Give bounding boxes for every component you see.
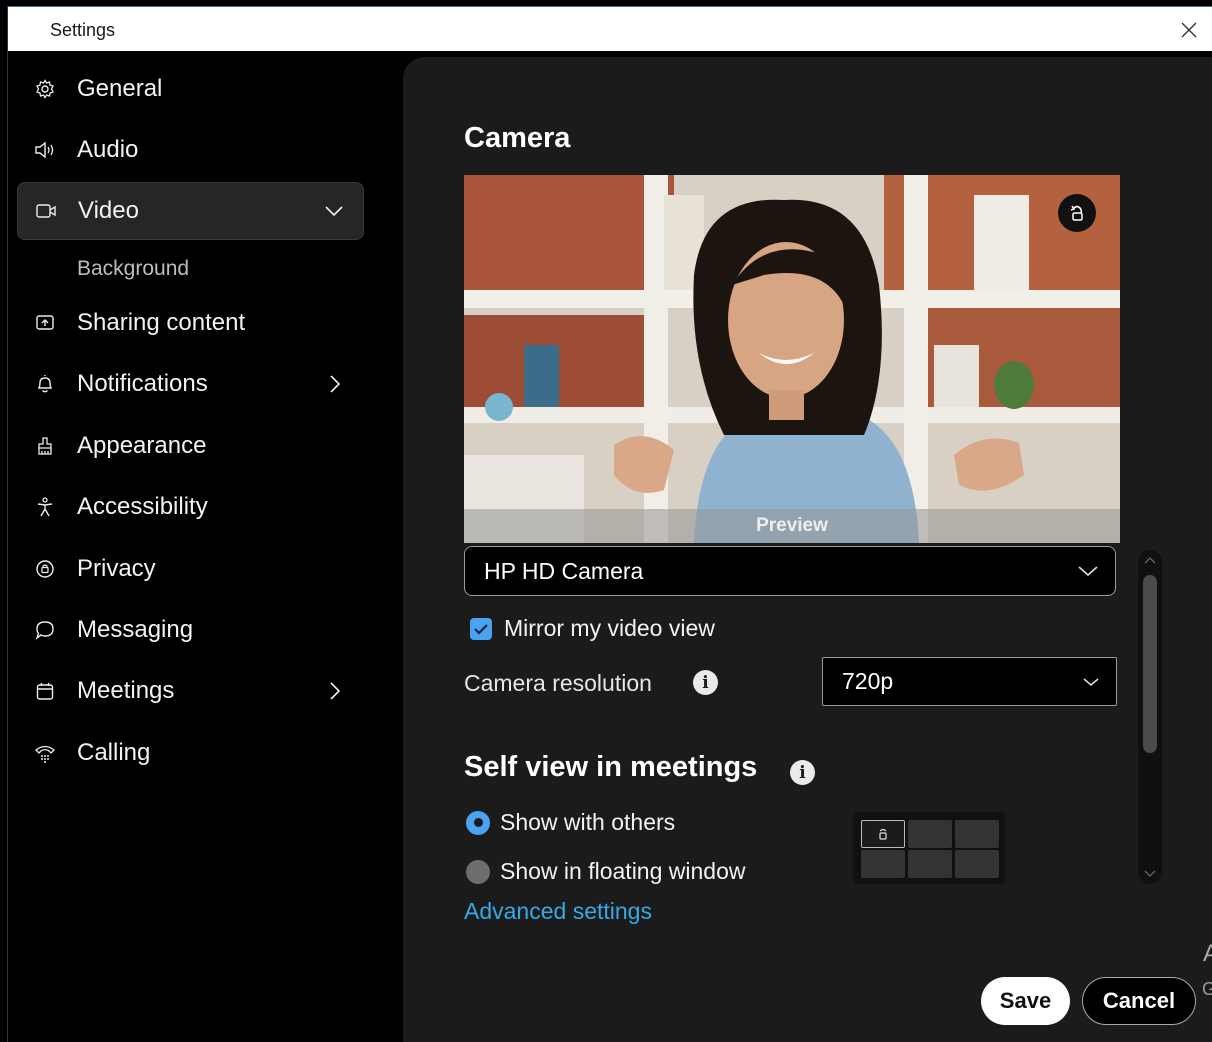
privacy-badge-icon xyxy=(34,558,56,580)
gear-icon xyxy=(34,78,56,100)
chevron-down-icon xyxy=(325,206,343,217)
info-icon[interactable]: i xyxy=(790,760,815,785)
camera-device-value: HP HD Camera xyxy=(484,557,644,584)
sidebar-item-general[interactable]: General xyxy=(17,60,364,118)
share-screen-icon xyxy=(34,312,56,334)
sidebar-item-privacy[interactable]: Privacy xyxy=(17,540,364,598)
preview-label: Preview xyxy=(756,515,828,536)
participant-tile xyxy=(955,850,999,878)
radio-selected[interactable] xyxy=(466,810,490,835)
accessibility-person-icon xyxy=(34,496,56,518)
chevron-right-icon xyxy=(330,682,341,700)
sidebar-item-label: General xyxy=(77,75,163,102)
sidebar-item-appearance[interactable]: Appearance xyxy=(17,417,364,475)
camera-preview: Preview xyxy=(464,175,1120,543)
info-icon[interactable]: i xyxy=(693,670,718,695)
checkbox-checked[interactable] xyxy=(470,617,492,640)
self-view-tile xyxy=(861,820,905,848)
paint-brush-icon xyxy=(34,435,56,457)
scrollbar-thumb[interactable] xyxy=(1143,575,1157,753)
self-view-layout-preview xyxy=(853,812,1005,884)
camera-device-select[interactable]: HP HD Camera xyxy=(464,546,1116,596)
sidebar-item-label: Privacy xyxy=(77,555,156,582)
radio-label: Show in floating window xyxy=(500,858,746,884)
sidebar-item-messaging[interactable]: Messaging xyxy=(17,601,364,659)
rotate-camera-button[interactable] xyxy=(1058,194,1096,232)
chevron-right-icon xyxy=(330,375,341,393)
sidebar-item-video[interactable]: Video xyxy=(17,182,364,240)
rotate-icon xyxy=(1070,205,1083,221)
sidebar-item-label: Notifications xyxy=(77,370,208,397)
participant-tile xyxy=(861,850,905,878)
preview-label-bar: Preview xyxy=(464,509,1120,543)
sidebar-item-label: Calling xyxy=(77,739,151,766)
video-settings-panel: Camera Preview HP HD Camera Mirror my vi… xyxy=(403,57,1212,1042)
edge-glyph: G xyxy=(1202,979,1212,1000)
sidebar-item-label: Sharing content xyxy=(77,309,246,336)
close-icon xyxy=(1181,22,1197,37)
sidebar-item-audio[interactable]: Audio xyxy=(17,121,364,179)
radio-show-in-floating-window[interactable]: Show in floating window xyxy=(466,858,745,885)
chat-bubble-icon xyxy=(34,619,56,641)
close-button[interactable] xyxy=(1166,7,1212,52)
sidebar-subitem-background[interactable]: Background xyxy=(77,257,189,281)
participant-tile xyxy=(955,820,999,848)
calendar-icon xyxy=(34,680,56,702)
mirror-video-label: Mirror my video view xyxy=(504,615,715,641)
sidebar-item-sharing-content[interactable]: Sharing content xyxy=(17,294,364,352)
participant-tile xyxy=(908,820,952,848)
sidebar-item-label: Accessibility xyxy=(77,493,208,520)
window-title: Settings xyxy=(50,20,116,40)
radio-unselected[interactable] xyxy=(466,859,490,884)
speaker-icon xyxy=(34,139,56,161)
camera-resolution-value: 720p xyxy=(842,668,894,694)
sidebar-item-meetings[interactable]: Meetings xyxy=(17,662,364,720)
camera-resolution-select[interactable]: 720p xyxy=(822,657,1117,706)
settings-window: Settings General Audio Video Background xyxy=(7,6,1212,1042)
advanced-settings-link[interactable]: Advanced settings xyxy=(464,898,652,925)
chevron-down-icon xyxy=(1083,677,1099,686)
scroll-down-arrow-icon[interactable] xyxy=(1144,870,1156,878)
scroll-up-arrow-icon[interactable] xyxy=(1144,556,1156,564)
phone-dialpad-icon xyxy=(34,742,56,764)
participant-tile xyxy=(908,850,952,878)
radio-show-with-others[interactable]: Show with others xyxy=(466,809,675,836)
check-icon xyxy=(474,623,488,635)
sidebar-item-label: Messaging xyxy=(77,616,194,643)
title-bar: Settings xyxy=(8,6,1212,51)
camera-heading: Camera xyxy=(464,122,571,154)
camera-resolution-label: Camera resolution xyxy=(464,670,652,696)
settings-sidebar: General Audio Video Background Sharing c… xyxy=(8,51,403,1042)
sidebar-item-label: Meetings xyxy=(77,677,175,704)
cancel-button[interactable]: Cancel xyxy=(1082,977,1196,1025)
chevron-down-icon xyxy=(1078,566,1098,577)
save-button[interactable]: Save xyxy=(981,977,1070,1025)
radio-label: Show with others xyxy=(500,809,676,835)
sidebar-item-label: Video xyxy=(78,197,139,224)
video-camera-icon xyxy=(35,200,57,222)
self-view-heading: Self view in meetings xyxy=(464,751,758,783)
camera-preview-image xyxy=(464,175,1120,543)
content-scrollbar[interactable] xyxy=(1138,550,1162,884)
bell-icon xyxy=(34,373,56,395)
edge-glyph: A xyxy=(1203,940,1212,968)
mirror-video-checkbox[interactable]: Mirror my video view xyxy=(470,615,715,642)
sidebar-item-accessibility[interactable]: Accessibility xyxy=(17,478,364,536)
sidebar-item-notifications[interactable]: Notifications xyxy=(17,355,364,413)
sidebar-item-label: Appearance xyxy=(77,432,207,459)
sidebar-item-label: Audio xyxy=(77,136,139,163)
self-video-icon xyxy=(879,828,887,840)
sidebar-item-calling[interactable]: Calling xyxy=(17,724,364,782)
